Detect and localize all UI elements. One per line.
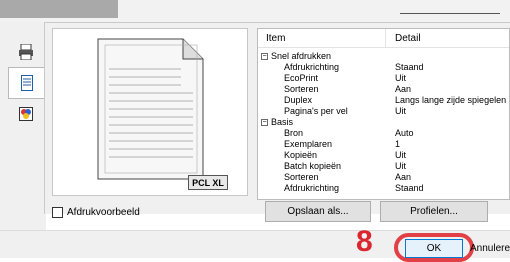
row-detail: Uit (395, 161, 406, 171)
column-divider (385, 29, 386, 48)
tab-basic[interactable] (8, 67, 44, 99)
table-row[interactable]: Exemplaren 1 (258, 139, 509, 150)
row-detail: Aan (395, 84, 412, 94)
save-as-button[interactable]: Opslaan als... (265, 201, 371, 222)
table-row[interactable]: Kopieën Uit (258, 150, 509, 161)
cancel-button[interactable]: Annuleren (470, 243, 510, 254)
tab-strip (0, 0, 118, 18)
table-row[interactable]: Afdrukrichting Staand (258, 62, 509, 73)
title-bar (0, 0, 510, 22)
row-item: Kopieën (284, 150, 318, 160)
row-item: Bron (284, 128, 304, 138)
table-row[interactable]: Batch kopieën Uit (258, 161, 509, 172)
row-item: Afdrukrichting (284, 183, 340, 193)
cancel-button-label: Annuleren (470, 243, 510, 254)
page-preview-image (97, 38, 204, 180)
row-item: Exemplaren (284, 139, 333, 149)
row-detail: Uit (395, 73, 406, 83)
color-palette-icon (19, 107, 33, 121)
preview-checkbox[interactable] (52, 207, 63, 218)
row-detail: Uit (395, 150, 406, 160)
step-number-label: 8 (356, 225, 373, 258)
row-item: Pagina's per vel (284, 106, 348, 116)
table-group-row[interactable]: − Snel afdrukken (258, 51, 509, 62)
profiles-button[interactable]: Profielen... (380, 201, 488, 222)
row-item: Sorteren (284, 172, 319, 182)
vertical-tab-bar (0, 22, 46, 258)
table-row[interactable]: Duplex Langs lange zijde spiegelen (258, 95, 509, 106)
table-row[interactable]: Pagina's per vel Uit (258, 106, 509, 117)
table-row[interactable]: Bron Auto (258, 128, 509, 139)
row-item: Snel afdrukken (271, 51, 332, 61)
row-detail: Staand (395, 62, 424, 72)
pdl-badge: PCL XL (188, 175, 228, 190)
row-item: Basis (271, 117, 294, 127)
printer-document-icon (19, 44, 33, 60)
table-header: Item Detail (258, 29, 509, 48)
collapse-icon[interactable]: − (261, 119, 268, 126)
settings-summary-table: Item Detail − Snel afdrukken Afdrukrichtin… (257, 28, 510, 200)
row-detail: Langs lange zijde spiegelen (395, 95, 507, 105)
tab-quick-print[interactable] (8, 36, 44, 68)
collapse-icon[interactable]: − (261, 53, 268, 60)
row-item: Afdrukrichting (284, 62, 340, 72)
tab-color[interactable] (8, 98, 44, 130)
table-row[interactable]: EcoPrint Uit (258, 73, 509, 84)
table-row[interactable]: Sorteren Aan (258, 172, 509, 183)
table-row[interactable]: Sorteren Aan (258, 84, 509, 95)
column-header-item: Item (266, 33, 286, 44)
row-item: Sorteren (284, 84, 319, 94)
row-item: EcoPrint (284, 73, 319, 83)
document-list-icon (20, 75, 33, 91)
table-row[interactable]: Afdrukrichting Staand (258, 183, 509, 194)
title-divider (400, 13, 500, 14)
column-header-detail: Detail (395, 33, 421, 44)
row-detail: Staand (395, 183, 424, 193)
row-detail: Auto (395, 128, 414, 138)
ok-button[interactable]: OK (405, 239, 463, 258)
row-detail: Uit (395, 106, 406, 116)
row-item: Batch kopieën (284, 161, 342, 171)
row-detail: 1 (395, 139, 401, 149)
table-group-row[interactable]: − Basis (258, 117, 509, 128)
row-item: Duplex (284, 95, 313, 105)
row-detail: Aan (395, 172, 412, 182)
page-preview (52, 28, 248, 196)
preview-checkbox-label: Afdrukvoorbeeld (67, 207, 140, 218)
